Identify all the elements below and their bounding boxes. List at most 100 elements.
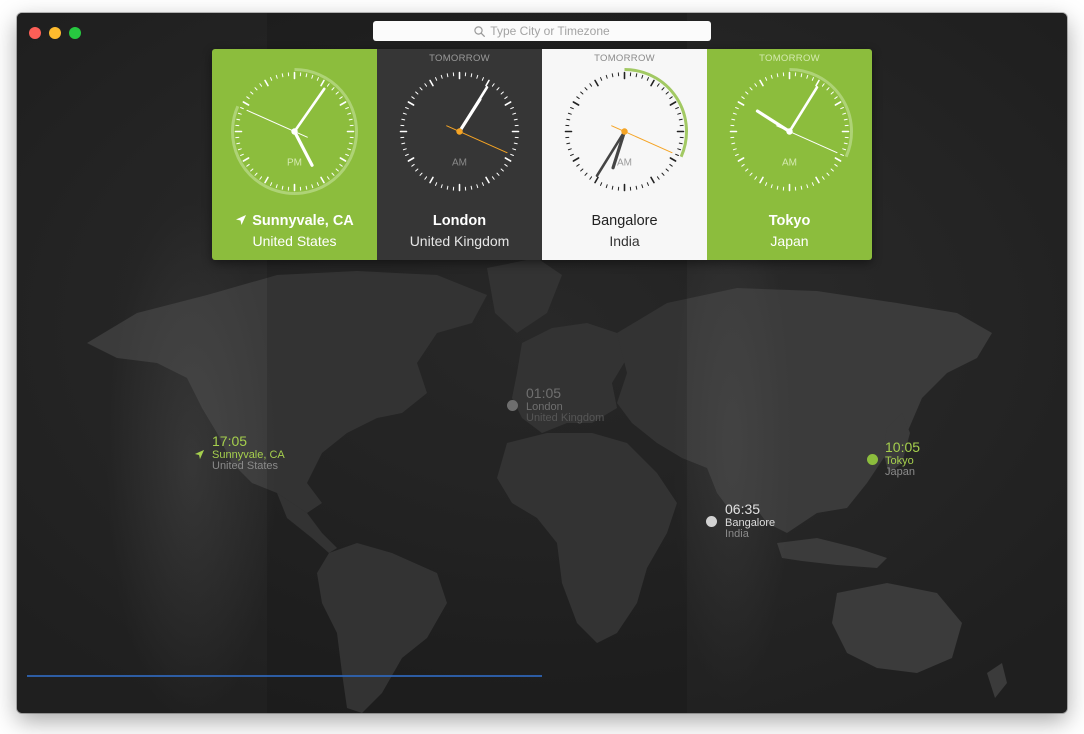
clock-tick [504,101,512,106]
clock-tick [429,176,434,184]
clock-tick [815,79,820,87]
clock-tick [510,107,514,110]
clock-tick [411,96,415,100]
minimize-button[interactable] [49,27,61,39]
clock-tick [669,163,673,167]
clock-tick [732,112,737,115]
clock-tick [749,172,753,176]
clock-tick [242,101,250,106]
clock-tick [512,148,517,151]
clock-tick [605,74,608,79]
clock-tick [611,185,614,190]
clock-tick [735,153,739,156]
clock-tick [345,107,349,110]
clock-tick [407,157,415,162]
clock-tick [770,74,773,79]
clock-tick [567,148,572,151]
pin-country: United Kingdom [526,412,605,424]
card-country: United Kingdom [409,233,510,249]
clock-tick [834,96,838,100]
analog-clock: AM [729,68,853,192]
clock-tick [830,91,834,95]
clock-tick [646,182,649,186]
clock-tick [504,163,508,167]
clock-tick [254,172,258,176]
clock-tick [678,142,683,145]
card-country: United States [252,233,337,249]
clock-tick [776,185,779,190]
clock-tick [339,157,347,162]
clock-tick [242,157,250,162]
tomorrow-label: TOMORROW [594,53,655,64]
clock-tick [481,182,484,186]
clock-card-bangalore[interactable]: TOMORROW AM Bangalore India [542,49,707,260]
app-window: Type City or Timezone PM Sunnyvale, CA U… [17,13,1067,713]
clock-tick [840,153,844,156]
pin-country: Japan [885,466,915,478]
clock-tick [600,182,603,186]
clock-tick [339,163,343,167]
clock-tick [429,79,434,87]
clock-tick [806,184,809,189]
clock-tick [737,101,745,106]
clock-tick [402,148,407,151]
clock-tick [675,153,679,156]
clock-card-london[interactable]: TOMORROW AM London United Kingdom [377,49,542,260]
clock-tick [776,73,779,78]
second-hand [446,125,508,154]
clock-tick [326,83,330,87]
clock-tick [570,107,574,110]
clock-tick [811,77,814,81]
clock-tick [419,87,423,91]
clock-tick [259,176,263,180]
clock-tick [270,77,273,81]
clock-tick [842,148,847,151]
clock-tick [250,168,254,172]
clock-tick [840,107,844,110]
clock-tick [665,168,669,172]
clock-tick [811,182,814,186]
clock-tick [470,185,473,190]
pin-dot [507,400,518,411]
clock-tick [770,184,773,189]
clock-card-tokyo[interactable]: TOMORROW AM Tokyo Japan [707,49,872,260]
clock-tick [246,163,250,167]
card-city-label: Sunnyvale, CA [252,213,354,229]
clock-tick [259,83,263,87]
clock-tick [512,112,517,115]
time-scrubber-line[interactable] [27,675,542,677]
clock-tick [407,101,415,106]
clock-tick [513,142,518,145]
clock-tick [347,148,352,151]
second-hand [776,125,838,154]
clock-tick [800,185,803,190]
clock-tick [815,176,820,184]
clock-center [786,128,793,135]
clock-tick [320,176,325,184]
clock-tick [485,176,490,184]
pin-time: 17:05 [212,433,248,449]
clock-tick [504,96,508,100]
card-country: Japan [770,233,809,249]
clock-tick [661,87,665,91]
clock-center [621,128,628,135]
zoom-button[interactable] [69,27,81,39]
search-field[interactable]: Type City or Timezone [373,21,711,41]
close-button[interactable] [29,27,41,39]
clock-tick [331,87,335,91]
clock-tick [237,148,242,151]
clock-tick [576,163,580,167]
analog-clock: AM [399,71,520,192]
card-city: Bangalore [591,213,658,229]
location-arrow-icon [236,215,247,225]
clock-card-sunnyvale[interactable]: PM Sunnyvale, CA United States [212,49,377,260]
card-city: Tokyo [768,213,811,229]
clock-tick [641,74,644,79]
hour-hand [755,109,792,134]
pin-country: United States [212,460,279,472]
clock-tick [584,87,588,91]
clock-tick [316,77,319,81]
clock-tick [504,157,512,162]
clock-tick [335,168,339,172]
clock-tick [415,91,419,95]
